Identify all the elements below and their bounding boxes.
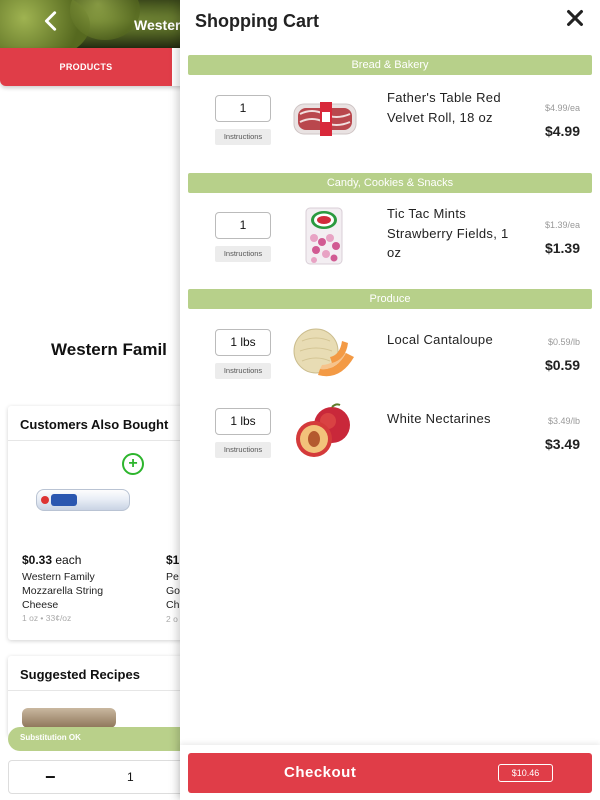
back-button[interactable] [40, 8, 70, 38]
item-total: $3.49 [544, 436, 580, 452]
header-title: Westerr [134, 17, 186, 33]
quantity-value: 1 [127, 770, 134, 784]
unit-price: $0.59/lb [547, 337, 580, 347]
checkout-button[interactable]: Checkout $10.46 [188, 753, 592, 793]
suggested-item-name[interactable]: Western Family Mozzarella String Cheese [22, 570, 132, 612]
suggested-item-meta: 1 oz • 33¢/oz [22, 613, 72, 623]
section-header-candy-cookies-snacks: Candy, Cookies & Snacks [188, 173, 592, 193]
cart-item: 1 Instructions Father's Table Red Velvet… [180, 90, 600, 175]
section-header-produce: Produce [188, 289, 592, 309]
cart-item: 1 Instructions Tic Tac Mints Strawberry … [180, 206, 600, 292]
product-title: Western Famil [51, 340, 167, 359]
instructions-button[interactable]: Instructions [215, 442, 271, 458]
cantaloupe-image [293, 328, 354, 377]
suggested-item-name-2-text: Pe Go Ch [166, 571, 181, 611]
item-total: $0.59 [544, 357, 580, 373]
cart-item-name[interactable]: Tic Tac Mints Strawberry Fields, 1 oz [387, 204, 517, 263]
quantity-field[interactable]: 1 lbs [215, 408, 271, 435]
cart-item-name[interactable]: Father's Table Red Velvet Roll, 18 oz [387, 88, 517, 127]
suggested-item-meta-2: 2 o [166, 614, 178, 624]
nectarine-image [296, 403, 350, 457]
instructions-button[interactable]: Instructions [215, 129, 271, 145]
quantity-field[interactable]: 1 [215, 212, 271, 239]
cart-total-badge: $10.46 [498, 764, 553, 782]
suggested-recipes-title: Suggested Recipes [20, 667, 140, 682]
customers-also-bought-card: Customers Also Bought + $0.33 each Weste… [8, 406, 208, 640]
chevron-left-icon [44, 11, 57, 31]
item-total: $4.99 [544, 123, 580, 139]
cart-footer: Checkout $10.46 [180, 745, 600, 800]
quantity-stepper: − 1 [8, 760, 208, 794]
customers-also-bought-title: Customers Also Bought [20, 417, 169, 432]
recipe-thumbnail[interactable] [22, 708, 116, 728]
quantity-field[interactable]: 1 lbs [215, 329, 271, 356]
cart-item: 1 lbs Instructions Local Cantaloupe $0.5… [180, 328, 600, 409]
unit-price: $3.49/lb [547, 416, 580, 426]
red-velvet-roll-image [293, 102, 357, 136]
instructions-button[interactable]: Instructions [215, 246, 271, 262]
section-header-bread-bakery: Bread & Bakery [188, 55, 592, 75]
unit-price: $1.39/ea [544, 220, 580, 230]
divider [8, 690, 208, 691]
tic-tac-image [305, 207, 343, 265]
divider [8, 440, 208, 441]
substitution-label: Substitution OK [20, 733, 81, 742]
checkout-label: Checkout [284, 764, 357, 781]
tab-separator [172, 48, 180, 86]
cart-item: 1 lbs Instructions White Nectarines $3.4… [180, 403, 600, 488]
string-cheese-image[interactable] [36, 489, 130, 511]
decrement-button[interactable]: − [45, 767, 56, 788]
cart-header: Shopping Cart [180, 0, 600, 40]
suggested-item-name-2[interactable]: Pe Go Ch 2 o [166, 570, 180, 626]
instructions-button[interactable]: Instructions [215, 363, 271, 379]
shopping-cart-drawer: Shopping Cart Bread & Bakery 1 Instructi… [180, 0, 600, 800]
suggested-item-price-2: $1 [166, 553, 180, 567]
cart-item-name[interactable]: Local Cantaloupe [387, 330, 517, 350]
cart-title: Shopping Cart [195, 11, 319, 31]
close-icon[interactable] [564, 7, 586, 29]
cart-item-name[interactable]: White Nectarines [387, 409, 517, 429]
item-total: $1.39 [544, 240, 580, 256]
quantity-field[interactable]: 1 [215, 95, 271, 122]
unit-price: $4.99/ea [544, 103, 580, 113]
substitution-toggle[interactable]: Substitution OK [8, 727, 208, 751]
suggested-item-price: $0.33 each [22, 553, 82, 567]
add-to-cart-icon[interactable]: + [122, 453, 144, 475]
tab-products[interactable]: PRODUCTS [0, 48, 172, 86]
suggested-recipes-card: Suggested Recipes [8, 656, 208, 736]
